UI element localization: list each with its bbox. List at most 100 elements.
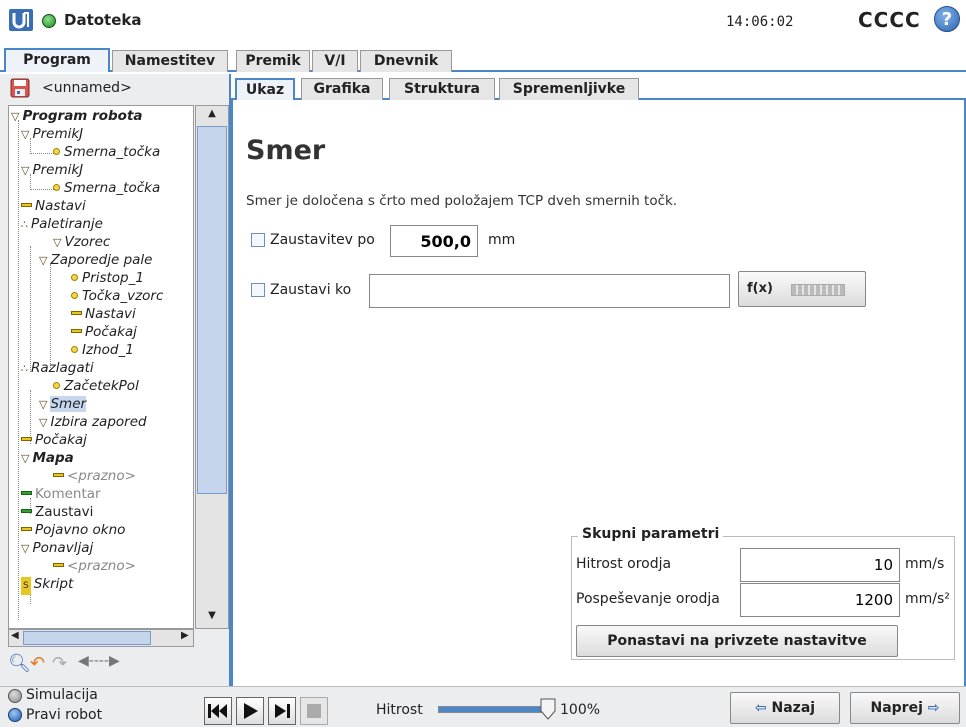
rewind-button[interactable] — [204, 697, 232, 725]
stop-button[interactable] — [300, 697, 328, 725]
tree-node[interactable]: Nastavi — [21, 197, 86, 215]
tool-accel-label: Pospeševanje orodja — [576, 591, 720, 607]
tool-accel-unit: mm/s² — [905, 591, 950, 607]
stop-when-checkbox[interactable] — [251, 283, 265, 297]
simulation-radio[interactable] — [8, 689, 22, 703]
tree-node[interactable]: S Skript — [21, 575, 73, 595]
status-led-icon — [42, 14, 56, 28]
tree-node[interactable]: <prazno> — [53, 557, 136, 575]
scroll-left-icon[interactable]: ◀ — [11, 630, 19, 641]
skip-back-icon — [208, 704, 227, 718]
keyboard-icon — [791, 284, 845, 296]
tab-structure[interactable]: Struktura — [389, 78, 495, 100]
tree-node[interactable]: Zaustavi — [21, 503, 93, 521]
tree-node[interactable]: Smerna_točka — [53, 143, 160, 161]
description: Smer je določena s črto med položajem TC… — [246, 193, 678, 209]
tree-node[interactable]: ▽ Izbira zapored — [39, 413, 147, 432]
reset-defaults-button[interactable]: Ponastavi na privzete nastavitve — [576, 625, 898, 657]
tree-node[interactable]: Smerna_točka — [53, 179, 160, 197]
play-icon — [244, 703, 258, 719]
help-icon[interactable]: ? — [934, 6, 960, 32]
tab-move[interactable]: Premik — [236, 50, 310, 72]
tool-speed-unit: mm/s — [905, 556, 945, 572]
save-icon[interactable] — [10, 78, 30, 98]
tree-node[interactable]: ∴ Paletiranje — [21, 215, 103, 234]
next-button[interactable]: Naprej ⇨ — [850, 692, 960, 724]
tree-node[interactable]: Komentar — [21, 485, 101, 503]
back-button[interactable]: ⇦ Nazaj — [730, 692, 840, 724]
tool-accel-input[interactable] — [740, 583, 900, 617]
tree-node[interactable]: ▽ PremikJ — [21, 161, 83, 180]
redo-icon[interactable]: ↷ — [52, 653, 74, 675]
undo-icon[interactable]: ↶ — [30, 653, 52, 675]
tree-node[interactable]: Pojavno okno — [21, 521, 125, 539]
tree-node[interactable]: Točka_vzorc — [71, 287, 163, 305]
tree-node[interactable]: ▽ PremikJ — [21, 125, 83, 144]
scroll-right-icon[interactable]: ▶ — [181, 630, 189, 641]
tree-node[interactable]: ∴ Razlagati — [21, 359, 94, 378]
speed-label: Hitrost — [376, 702, 423, 718]
shared-params-title: Skupni parametri — [578, 526, 724, 542]
program-tree[interactable]: ▽ Program robota ▽ PremikJ Smerna_točka ▽ P… — [8, 105, 194, 629]
tree-node[interactable]: ▽ Program robota — [11, 107, 143, 126]
speed-value: 100% — [560, 702, 601, 718]
stop-after-label: Zaustavitev po — [270, 232, 375, 248]
tree-hscrollbar[interactable]: ◀ ▶ — [8, 629, 194, 647]
main-tabs: Program Namestitev Premik V/I Dnevnik — [0, 48, 966, 72]
tab-variables[interactable]: Spremenljivke — [499, 78, 639, 100]
scroll-thumb[interactable] — [197, 126, 227, 494]
tool-speed-label: Hitrost orodja — [576, 556, 672, 572]
tree-node[interactable]: Pristop_1 — [71, 269, 144, 287]
arrow-left-icon: ⇦ — [754, 700, 767, 716]
tree-node[interactable]: Izhod_1 — [71, 341, 134, 359]
tree-node-selected[interactable]: ▽ Smer — [39, 395, 87, 414]
stop-after-input[interactable] — [390, 225, 478, 257]
play-button[interactable] — [236, 697, 264, 725]
back-label: Nazaj — [771, 700, 816, 716]
stop-after-checkbox[interactable] — [251, 233, 265, 247]
arrow-right-icon: ⇨ — [927, 700, 940, 716]
page-title: Smer — [246, 135, 326, 166]
tool-speed-input[interactable] — [740, 548, 900, 582]
tree-node[interactable]: Nastavi — [71, 305, 136, 323]
tab-command[interactable]: Ukaz — [235, 78, 295, 100]
tree-vscrollbar[interactable]: ▲ ▼ — [195, 105, 229, 629]
program-name: <unnamed> — [42, 80, 132, 96]
tab-graphics[interactable]: Grafika — [301, 78, 383, 100]
tree-node[interactable]: ZačetekPol — [53, 377, 139, 395]
tab-installation[interactable]: Namestitev — [112, 50, 228, 72]
tab-program[interactable]: Program — [4, 48, 110, 72]
simulation-label: Simulacija — [26, 687, 98, 703]
scroll-thumb[interactable] — [23, 631, 151, 645]
top-bar: Datoteka 14:06:02 CCCC ? — [0, 0, 966, 48]
tree-node[interactable]: Počakaj — [21, 431, 87, 449]
tree-node[interactable]: ▽ Mapa — [21, 449, 74, 468]
tree-node[interactable]: <prazno> — [53, 467, 136, 485]
speed-slider-track[interactable] — [438, 706, 548, 713]
scroll-down-icon[interactable]: ▼ — [198, 610, 226, 626]
scroll-up-icon[interactable]: ▲ — [198, 108, 226, 124]
expression-button[interactable]: f(x) — [738, 271, 866, 307]
tab-log[interactable]: Dnevnik — [360, 50, 452, 72]
stop-icon — [307, 704, 321, 718]
speed-slider-fill — [439, 707, 547, 712]
step-icon — [275, 704, 290, 718]
tab-io[interactable]: V/I — [312, 50, 358, 72]
speed-slider-knob[interactable] — [540, 698, 556, 720]
stop-when-label: Zaustavi ko — [270, 282, 352, 298]
stop-when-input[interactable] — [369, 274, 730, 308]
search-icon[interactable]: 🔍︎ — [8, 653, 31, 675]
real-robot-label: Pravi robot — [26, 707, 103, 723]
next-label: Naprej — [870, 700, 923, 716]
step-button[interactable] — [268, 697, 296, 725]
robot-name: CCCC — [858, 8, 921, 32]
clock: 14:06:02 — [726, 14, 794, 30]
move-node-icon[interactable]: ◀----▶ — [78, 653, 154, 675]
tree-node[interactable]: ▽ Zaporedje pale — [39, 251, 153, 270]
tree-toolbar: 🔍︎ ↶ ↷ ◀----▶ — [8, 651, 194, 679]
tree-node[interactable]: ▽ Vzorec — [53, 233, 110, 252]
real-robot-radio[interactable] — [8, 708, 22, 722]
tree-node[interactable]: Počakaj — [71, 323, 137, 341]
tree-node[interactable]: ▽ Ponavljaj — [21, 539, 93, 558]
file-menu[interactable]: Datoteka — [64, 11, 142, 29]
